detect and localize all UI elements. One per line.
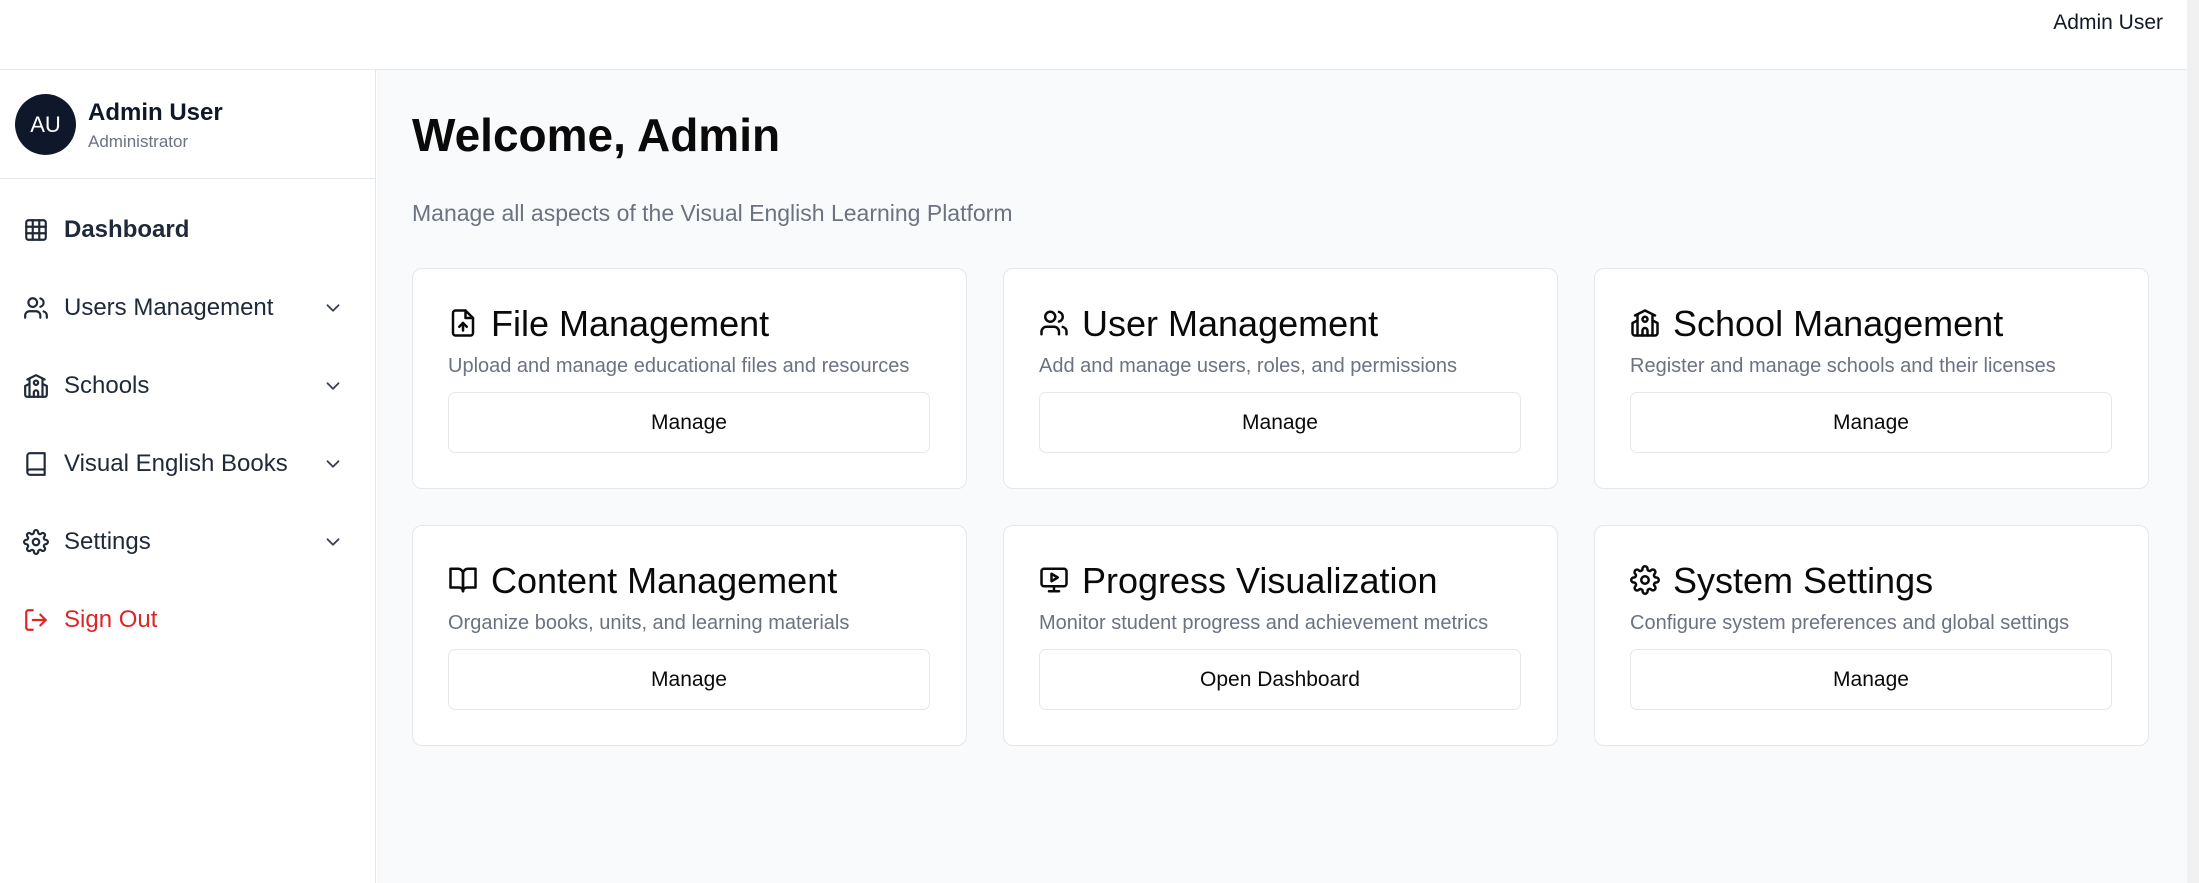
card-progress-visualization: Progress Visualization Monitor student p… [1003,525,1558,746]
card-description: Organize books, units, and learning mate… [448,612,850,634]
card-user-management: User Management Add and manage users, ro… [1003,268,1558,489]
grid-icon [22,216,50,244]
top-bar: Admin User [0,0,2187,70]
chevron-down-icon[interactable] [322,453,344,475]
sidebar-item-visual-english-books[interactable]: Visual English Books [0,436,376,492]
avatar: AU [15,94,76,155]
sidebar-item-sign-out[interactable]: Sign Out [0,592,376,648]
card-title: School Management [1673,303,2004,344]
card-description: Upload and manage educational files and … [448,355,910,377]
users-icon [22,294,50,322]
users-icon [1039,308,1069,338]
sidebar-item-schools[interactable]: Schools [0,358,376,414]
sidebar: AU Admin User Administrator Dashboard Us… [0,70,376,883]
card-title: System Settings [1673,560,1934,601]
sidebar-item-label: Sign Out [64,606,158,633]
content-management-manage-button[interactable]: Manage [448,649,930,710]
sign-out-icon [22,606,50,634]
page-subtitle: Manage all aspects of the Visual English… [412,200,1013,226]
school-icon [22,372,50,400]
gear-icon [1630,565,1660,595]
card-content-management: Content Management Organize books, units… [412,525,967,746]
sidebar-item-label: Users Management [64,294,274,321]
sidebar-item-label: Visual English Books [64,450,288,477]
gear-icon [22,528,50,556]
sidebar-item-settings[interactable]: Settings [0,514,376,570]
card-description: Configure system preferences and global … [1630,612,2070,634]
scrollbar[interactable] [2187,0,2199,883]
card-title: User Management [1082,303,1379,344]
main-content: Welcome, Admin Manage all aspects of the… [377,70,2187,883]
sidebar-item-label: Settings [64,528,151,555]
card-title: File Management [491,303,770,344]
open-dashboard-button[interactable]: Open Dashboard [1039,649,1521,710]
chevron-down-icon[interactable] [322,375,344,397]
system-settings-manage-button[interactable]: Manage [1630,649,2112,710]
card-school-management: School Management Register and manage sc… [1594,268,2149,489]
card-description: Monitor student progress and achievement… [1039,612,1489,634]
school-icon [1630,308,1660,338]
sidebar-item-dashboard[interactable]: Dashboard [0,202,376,258]
page-title: Welcome, Admin [412,109,781,161]
sidebar-item-label: Schools [64,372,150,399]
profile-name: Admin User [88,99,223,126]
chevron-down-icon[interactable] [322,531,344,553]
card-file-management: File Management Upload and manage educat… [412,268,967,489]
card-description: Add and manage users, roles, and permiss… [1039,355,1458,377]
sidebar-item-users-management[interactable]: Users Management [0,280,376,336]
card-description: Register and manage schools and their li… [1630,355,2056,377]
profile-role: Administrator [88,132,189,151]
file-upload-icon [448,308,478,338]
header-user-name[interactable]: Admin User [2053,11,2163,35]
card-title: Progress Visualization [1082,560,1438,601]
monitor-play-icon [1039,565,1069,595]
card-system-settings: System Settings Configure system prefere… [1594,525,2149,746]
school-management-manage-button[interactable]: Manage [1630,392,2112,453]
profile-section: AU Admin User Administrator [0,70,375,179]
file-management-manage-button[interactable]: Manage [448,392,930,453]
book-icon [22,450,50,478]
open-book-icon [448,565,478,595]
card-title: Content Management [491,560,838,601]
sidebar-item-label: Dashboard [64,216,190,243]
chevron-down-icon[interactable] [322,297,344,319]
user-management-manage-button[interactable]: Manage [1039,392,1521,453]
